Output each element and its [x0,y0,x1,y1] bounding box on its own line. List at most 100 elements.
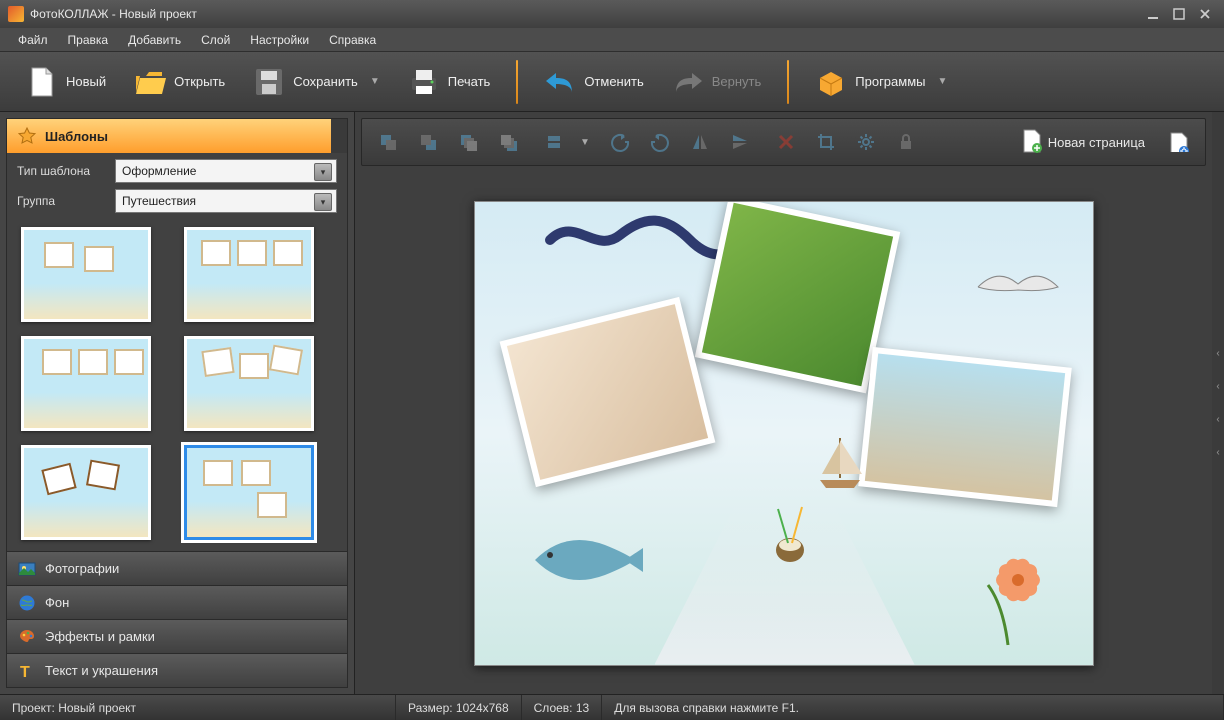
toolbar-open[interactable]: Открыть [122,60,237,104]
group-combo[interactable]: Путешествия [115,189,337,213]
toolbar-print-label: Печать [448,74,491,89]
toolbar-redo-label: Вернуть [712,74,762,89]
template-thumbnails[interactable] [17,219,337,545]
accordion-photos[interactable]: Фотографии [7,551,347,585]
new-page-button[interactable]: Новая страница [1010,123,1157,162]
photo-stamp[interactable] [499,296,715,486]
save-icon [253,66,285,98]
accordion-effects-label: Эффекты и рамки [45,629,155,644]
sailboat-graphic [810,432,870,492]
printer-icon [408,66,440,98]
page-settings-icon[interactable] [1161,125,1197,159]
sidebar-accordion: Шаблоны Тип шаблона Оформление Группа Пу… [6,118,348,688]
align-icon[interactable] [536,125,572,159]
chevron-down-icon: ▼ [370,76,380,87]
toolbar-new[interactable]: Новый [14,60,118,104]
canvas[interactable] [474,201,1094,666]
accordion-background[interactable]: Фон [7,585,347,619]
sidebar: Шаблоны Тип шаблона Оформление Группа Пу… [0,112,355,694]
group-label: Группа [17,194,107,208]
canvas-toolbar: ▼ Новая страница [361,118,1206,166]
settings-icon[interactable] [848,125,884,159]
menu-layer[interactable]: Слой [191,30,240,50]
toolbar-new-label: Новый [66,74,106,89]
canvas-zone: ▼ Новая страница [355,112,1212,694]
toolbar-undo[interactable]: Отменить [532,60,655,104]
photo-stamp[interactable] [858,346,1072,506]
templates-panel: Тип шаблона Оформление Группа Путешестви… [7,153,347,551]
send-back-icon[interactable] [410,125,446,159]
template-thumb-selected[interactable] [184,445,314,540]
minimize-button[interactable] [1142,6,1164,22]
redo-icon [672,66,704,98]
main-toolbar: Новый Открыть Сохранить ▼ Печать Отменит… [0,52,1224,112]
toolbar-separator [787,60,789,104]
menu-edit[interactable]: Правка [58,30,119,50]
fish-graphic [525,525,645,595]
strip-handle-icon[interactable]: ‹ [1216,348,1219,359]
accordion-text[interactable]: T Текст и украшения [7,653,347,687]
accordion-scroll-handle[interactable] [331,119,347,153]
menu-bar: Файл Правка Добавить Слой Настройки Спра… [0,28,1224,52]
toolbar-save[interactable]: Сохранить ▼ [241,60,392,104]
status-hint: Для вызова справки нажмите F1. [602,695,1224,720]
title-bar: ФотоКОЛЛАЖ - Новый проект [0,0,1224,28]
flower-graphic [948,545,1078,655]
template-thumb[interactable] [21,336,151,431]
toolbar-print[interactable]: Печать [396,60,503,104]
chevron-down-icon: ▼ [938,76,948,87]
app-logo-icon [8,6,24,22]
photo-stamp[interactable] [694,201,899,393]
window-title: ФотоКОЛЛАЖ - Новый проект [30,7,197,21]
new-file-icon [26,66,58,98]
menu-file[interactable]: Файл [8,30,58,50]
bring-forward-icon[interactable] [450,125,486,159]
template-type-label: Тип шаблона [17,164,107,178]
group-value: Путешествия [122,194,196,208]
rotate-right-icon[interactable] [642,125,678,159]
template-type-value: Оформление [122,164,196,178]
canvas-holder [355,172,1212,694]
maximize-button[interactable] [1168,6,1190,22]
template-thumb[interactable] [21,445,151,540]
seagull-graphic [973,262,1063,312]
toolbar-programs-label: Программы [855,74,925,89]
bring-front-icon[interactable] [370,125,406,159]
chevron-down-icon[interactable]: ▼ [580,137,590,148]
globe-icon [17,593,37,613]
send-backward-icon[interactable] [490,125,526,159]
template-thumb[interactable] [184,227,314,322]
template-thumb[interactable] [184,336,314,431]
toolbar-undo-label: Отменить [584,74,643,89]
folder-open-icon [134,66,166,98]
main-area: Шаблоны Тип шаблона Оформление Группа Пу… [0,112,1224,694]
menu-add[interactable]: Добавить [118,30,191,50]
lock-icon[interactable] [888,125,924,159]
flip-v-icon[interactable] [722,125,758,159]
template-type-combo[interactable]: Оформление [115,159,337,183]
palette-icon [17,627,37,647]
crop-icon[interactable] [808,125,844,159]
toolbar-programs[interactable]: Программы ▼ [803,60,959,104]
close-button[interactable] [1194,6,1216,22]
delete-icon[interactable] [768,125,804,159]
toolbar-open-label: Открыть [174,74,225,89]
strip-handle-icon[interactable]: ‹ [1216,414,1219,425]
star-icon [17,126,37,146]
flip-h-icon[interactable] [682,125,718,159]
status-size: Размер: 1024x768 [396,695,522,720]
strip-handle-icon[interactable]: ‹ [1216,447,1219,458]
accordion-templates[interactable]: Шаблоны [7,119,331,153]
rotate-left-icon[interactable] [602,125,638,159]
toolbar-redo: Вернуть [660,60,774,104]
accordion-effects[interactable]: Эффекты и рамки [7,619,347,653]
strip-handle-icon[interactable]: ‹ [1216,381,1219,392]
box-icon [815,66,847,98]
toolbar-separator [516,60,518,104]
right-strip[interactable]: ‹ ‹ ‹ ‹ [1212,112,1224,694]
template-thumb[interactable] [21,227,151,322]
menu-help[interactable]: Справка [319,30,386,50]
app-window: ФотоКОЛЛАЖ - Новый проект Файл Правка До… [0,0,1224,720]
menu-settings[interactable]: Настройки [240,30,319,50]
accordion-photos-label: Фотографии [45,561,119,576]
